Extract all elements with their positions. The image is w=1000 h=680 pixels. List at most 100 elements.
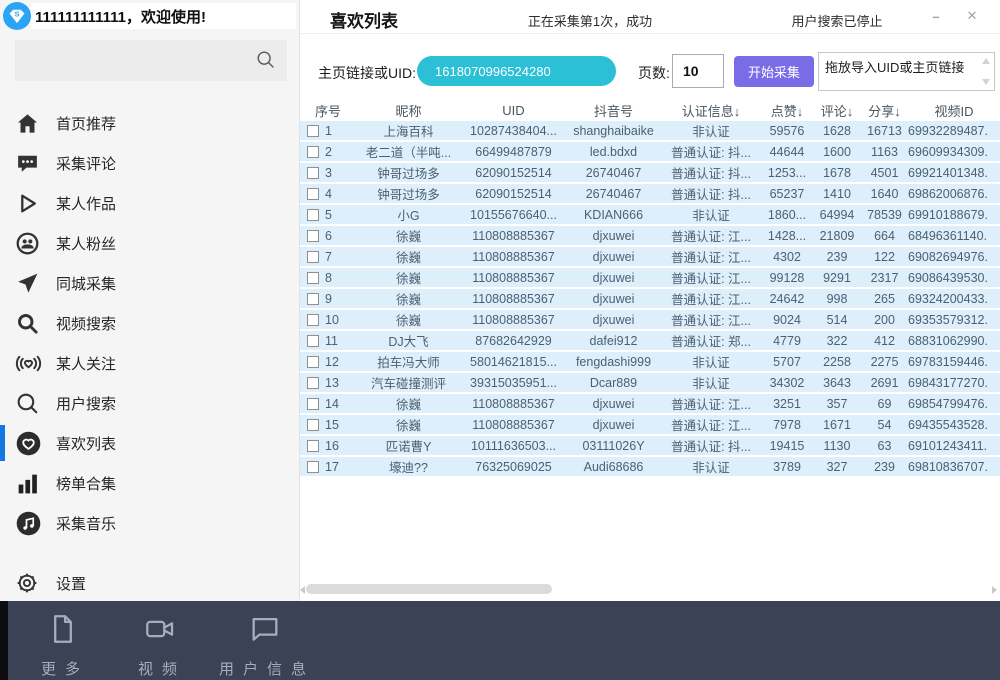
close-button[interactable]: ✕ xyxy=(961,6,983,26)
row-checkbox[interactable] xyxy=(307,188,319,200)
video-button[interactable]: 视频 xyxy=(122,612,198,679)
start-collect-button[interactable]: 开始采集 xyxy=(734,56,814,87)
drop-import-box[interactable]: 拖放导入UID或主页链接 xyxy=(818,52,995,91)
column-header-9[interactable]: 视频ID xyxy=(908,101,1000,120)
row-checkbox[interactable] xyxy=(307,335,319,347)
user-info-label: 用户信息 xyxy=(215,658,315,679)
row-checkbox[interactable] xyxy=(307,146,319,158)
file-icon xyxy=(46,612,80,651)
column-header-3[interactable]: UID xyxy=(461,103,566,118)
user-info-button[interactable]: 用户信息 xyxy=(212,612,318,679)
table-row[interactable]: 9 徐巍 110808885367 djxuwei 普通认证: 江... 246… xyxy=(300,289,1000,308)
table-row[interactable]: 5 小G 10155676640... KDIAN666 非认证 1860...… xyxy=(300,205,1000,224)
table-row[interactable]: 4 钟哥过场多 62090152514 26740467 普通认证: 抖... … xyxy=(300,184,1000,203)
sidebar-item-2[interactable]: 采集评论 xyxy=(0,143,300,183)
sidebar-item-7[interactable]: 某人关注 xyxy=(0,343,300,383)
main-header: 喜欢列表 正在采集第1次，成功 用户搜索已停止 – ✕ xyxy=(300,0,1000,34)
table-row[interactable]: 10 徐巍 110808885367 djxuwei 普通认证: 江... 90… xyxy=(300,310,1000,329)
table-row[interactable]: 7 徐巍 110808885367 djxuwei 普通认证: 江... 430… xyxy=(300,247,1000,266)
scroll-right-icon[interactable] xyxy=(992,586,997,594)
row-checkbox[interactable] xyxy=(307,440,319,452)
sidebar-item-12[interactable]: 设置 xyxy=(0,563,300,603)
sidebar-item-3[interactable]: 某人作品 xyxy=(0,183,300,223)
minimize-button[interactable]: – xyxy=(925,6,947,26)
settings-icon xyxy=(15,571,45,595)
row-checkbox[interactable] xyxy=(307,356,319,368)
sidebar-item-label: 某人粉丝 xyxy=(56,233,116,254)
sidebar-item-6[interactable]: 视频搜索 xyxy=(0,303,300,343)
row-checkbox[interactable] xyxy=(307,125,319,137)
results-table: 序号昵称UID抖音号认证信息↓点赞↓评论↓分享↓视频ID 1 上海百科 1028… xyxy=(300,99,1000,478)
table-row[interactable]: 6 徐巍 110808885367 djxuwei 普通认证: 江... 142… xyxy=(300,226,1000,245)
sidebar-item-label: 榜单合集 xyxy=(56,473,116,494)
row-checkbox[interactable] xyxy=(307,293,319,305)
table-row[interactable]: 11 DJ大飞 87682642929 dafei912 普通认证: 郑... … xyxy=(300,331,1000,350)
scrollbar-thumb[interactable] xyxy=(306,584,552,594)
sidebar-item-5[interactable]: 同城采集 xyxy=(0,263,300,303)
table-body: 1 上海百科 10287438404... shanghaibaike 非认证 … xyxy=(300,121,1000,476)
pages-label: 页数: xyxy=(638,63,670,83)
sidebar: S 111111111111，欢迎使用! 首页推荐 采集评论 某人作品 某人粉丝… xyxy=(0,0,300,601)
sidebar-item-label: 采集音乐 xyxy=(56,513,116,534)
table-row[interactable]: 3 钟哥过场多 62090152514 26740467 普通认证: 抖... … xyxy=(300,163,1000,182)
table-row[interactable]: 15 徐巍 110808885367 djxuwei 普通认证: 江... 79… xyxy=(300,415,1000,434)
sidebar-search-input[interactable] xyxy=(15,40,253,81)
row-checkbox[interactable] xyxy=(307,251,319,263)
table-row[interactable]: 12 拍车冯大师 58014621815... fengdashi999 非认证… xyxy=(300,352,1000,371)
row-checkbox[interactable] xyxy=(307,272,319,284)
collect-controls: 主页链接或UID: 页数: 开始采集 拖放导入UID或主页链接 xyxy=(300,34,1000,98)
table-row[interactable]: 16 匹诺曹Y 10111636503... 03111026Y 普通认证: 抖… xyxy=(300,436,1000,455)
column-header-1[interactable]: 序号 xyxy=(300,101,356,120)
row-checkbox[interactable] xyxy=(307,461,319,473)
more-button[interactable]: 更多 xyxy=(28,612,98,679)
table-row[interactable]: 17 壕迪?? 76325069025 Audi68686 非认证 3789 3… xyxy=(300,457,1000,476)
table-row[interactable]: 8 徐巍 110808885367 djxuwei 普通认证: 江... 991… xyxy=(300,268,1000,287)
sidebar-item-label: 某人作品 xyxy=(56,193,116,214)
table-row[interactable]: 2 老二道（半吨... 66499487879 led.bdxd 普通认证: 抖… xyxy=(300,142,1000,161)
chat-bubble-icon xyxy=(248,612,282,651)
search-icon[interactable] xyxy=(255,49,277,76)
table-row[interactable]: 14 徐巍 110808885367 djxuwei 普通认证: 江... 32… xyxy=(300,394,1000,413)
table-row[interactable]: 1 上海百科 10287438404... shanghaibaike 非认证 … xyxy=(300,121,1000,140)
row-checkbox[interactable] xyxy=(307,419,319,431)
scroll-down-icon[interactable] xyxy=(982,79,990,85)
column-header-4[interactable]: 抖音号 xyxy=(566,101,661,120)
column-header-2[interactable]: 昵称 xyxy=(356,101,461,120)
video-label: 视频 xyxy=(134,658,186,679)
bottom-bar-edge xyxy=(0,601,8,680)
row-checkbox[interactable] xyxy=(307,398,319,410)
row-checkbox[interactable] xyxy=(307,209,319,221)
drop-import-placeholder: 拖放导入UID或主页链接 xyxy=(825,57,964,76)
app-window: S 111111111111，欢迎使用! 首页推荐 采集评论 某人作品 某人粉丝… xyxy=(0,0,1000,680)
app-logo-icon: S xyxy=(3,2,31,30)
sidebar-item-1[interactable]: 首页推荐 xyxy=(0,103,300,143)
sidebar-item-label: 某人关注 xyxy=(56,353,116,374)
comment-icon xyxy=(15,151,45,176)
row-checkbox[interactable] xyxy=(307,230,319,242)
pages-input[interactable] xyxy=(672,54,724,88)
sidebar-item-9[interactable]: 喜欢列表 xyxy=(0,423,300,463)
sidebar-item-4[interactable]: 某人粉丝 xyxy=(0,223,300,263)
column-header-5[interactable]: 认证信息↓ xyxy=(661,101,761,120)
svg-text:S: S xyxy=(14,9,19,18)
video-camera-icon xyxy=(143,612,177,651)
scroll-up-icon[interactable] xyxy=(982,58,990,64)
column-header-6[interactable]: 点赞↓ xyxy=(761,101,813,120)
row-checkbox[interactable] xyxy=(307,167,319,179)
sidebar-item-10[interactable]: 榜单合集 xyxy=(0,463,300,503)
sidebar-item-11[interactable]: 采集音乐 xyxy=(0,503,300,543)
uid-input[interactable] xyxy=(417,56,616,86)
table-row[interactable]: 13 汽车碰撞测评 39315035951... Dcar889 非认证 343… xyxy=(300,373,1000,392)
more-label: 更多 xyxy=(37,658,89,679)
column-header-8[interactable]: 分享↓ xyxy=(861,101,908,120)
scroll-left-icon[interactable] xyxy=(300,586,305,594)
column-header-7[interactable]: 评论↓ xyxy=(813,101,861,120)
sidebar-item-label: 同城采集 xyxy=(56,273,116,294)
row-checkbox[interactable] xyxy=(307,377,319,389)
sidebar-item-8[interactable]: 用户搜索 xyxy=(0,383,300,423)
video-search-icon xyxy=(15,311,45,336)
row-checkbox[interactable] xyxy=(307,314,319,326)
fans-icon xyxy=(15,231,45,256)
sidebar-item-label: 采集评论 xyxy=(56,153,116,174)
user-search-icon xyxy=(15,391,45,416)
